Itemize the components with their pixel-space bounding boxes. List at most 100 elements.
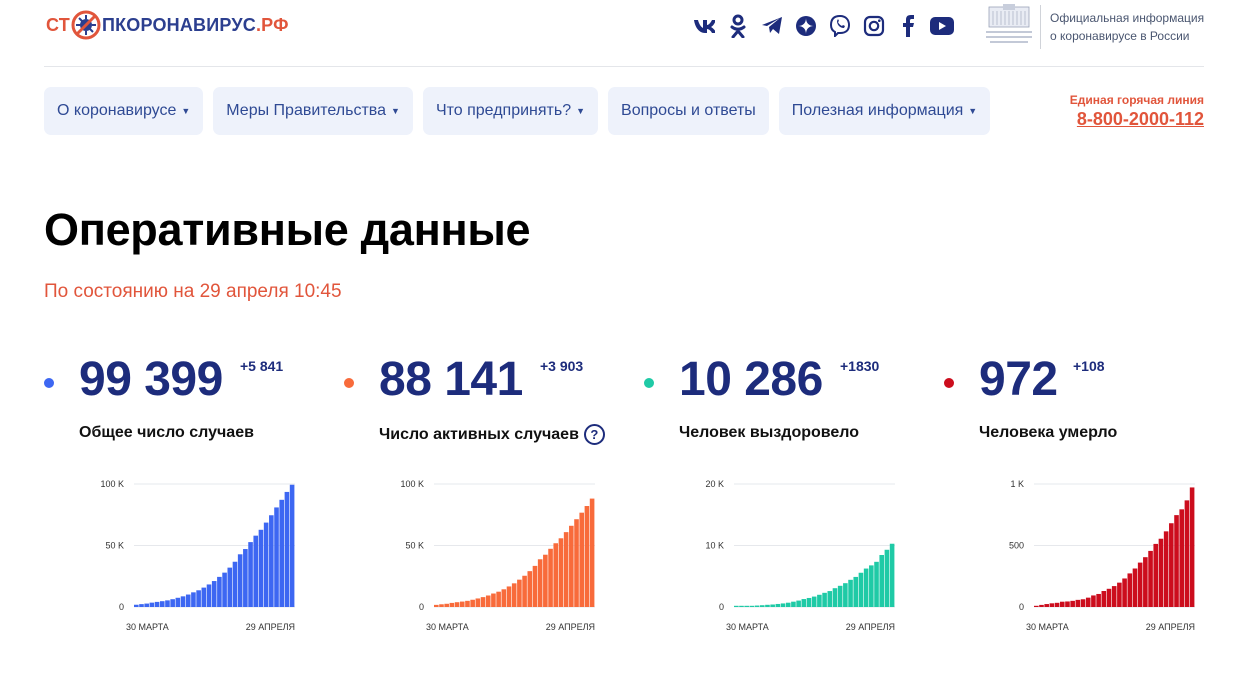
chart-bar bbox=[248, 542, 253, 607]
chart-bar bbox=[491, 593, 496, 607]
site-logo[interactable]: СТ ПКОРОНАВИРУС .РФ bbox=[46, 10, 289, 40]
stat-value: 99 399 bbox=[79, 353, 223, 406]
nav-item-faq[interactable]: Вопросы и ответы bbox=[608, 87, 769, 135]
chart-bar bbox=[889, 543, 895, 607]
stat-dot-icon bbox=[944, 378, 954, 388]
stat-label-text: Человек выздоровело bbox=[679, 424, 860, 441]
chart-bar bbox=[227, 567, 233, 607]
chart-bar bbox=[274, 507, 279, 607]
stat-label: Человек выздоровело bbox=[679, 424, 859, 442]
chart-bar bbox=[574, 519, 579, 607]
chart-bar bbox=[785, 602, 791, 607]
x-tick-label-start: 30 МАРТА bbox=[1026, 622, 1069, 632]
chart-bar bbox=[532, 565, 538, 607]
stat-label-text: Число активных случаев bbox=[379, 425, 579, 443]
facebook-icon[interactable] bbox=[896, 14, 920, 38]
chart-bar bbox=[485, 595, 491, 607]
chart-bar bbox=[139, 604, 144, 607]
social-links bbox=[692, 14, 954, 38]
chart-bar bbox=[832, 588, 838, 607]
y-tick-label: 500 bbox=[1009, 541, 1024, 551]
chart-bar bbox=[496, 591, 501, 607]
chart-deaths: 0 500 1 K 30 МАРТА 29 АПРЕЛЯ bbox=[1009, 479, 1195, 632]
nav-item-government-measures[interactable]: Меры Правительства ▼ bbox=[213, 87, 413, 135]
nav-item-about-coronavirus[interactable]: О коронавирусе ▼ bbox=[44, 87, 204, 135]
chart-bar bbox=[1184, 500, 1190, 607]
hotline-phone-link[interactable]: 8-800-2000-112 bbox=[1070, 109, 1204, 130]
chart-bar bbox=[454, 602, 460, 607]
hotline: Единая горячая линия 8-800-2000-112 bbox=[1070, 93, 1204, 130]
official-info-line2: о коронавирусе в России bbox=[1050, 29, 1190, 43]
chart-bar bbox=[780, 603, 786, 607]
viber-icon[interactable] bbox=[828, 14, 852, 38]
nav-item-label: Полезная информация bbox=[791, 102, 964, 119]
site-header: СТ ПКОРОНАВИРУС .РФ Официальная информац… bbox=[44, 0, 1204, 67]
chart-bar bbox=[1127, 573, 1133, 607]
chart-bar bbox=[279, 499, 285, 607]
chart-bar bbox=[175, 597, 181, 607]
chart-bar bbox=[180, 596, 186, 607]
chart-bar bbox=[1070, 600, 1075, 607]
chart-bar bbox=[817, 594, 822, 607]
vk-icon[interactable] bbox=[692, 14, 716, 38]
chart-bar bbox=[465, 600, 470, 607]
chart-bar bbox=[289, 484, 295, 607]
logo-text-main: ПКОРОНАВИРУС bbox=[101, 14, 256, 35]
youtube-icon[interactable] bbox=[930, 14, 954, 38]
chart-bar bbox=[185, 594, 191, 607]
nav-item-useful-info[interactable]: Полезная информация ▼ bbox=[778, 87, 991, 135]
chart-bar bbox=[563, 532, 569, 607]
stat-value: 972 bbox=[979, 353, 1058, 406]
header-divider bbox=[1040, 5, 1041, 49]
chart-bar bbox=[749, 605, 755, 607]
chart-bar bbox=[775, 603, 781, 607]
stat-label: Общее число случаев bbox=[79, 424, 254, 442]
chart-bar bbox=[869, 565, 874, 607]
chart-bar bbox=[827, 591, 833, 607]
page-title: Оперативные данные bbox=[44, 204, 531, 255]
chart-bar bbox=[253, 535, 259, 607]
chart-bar bbox=[589, 498, 595, 607]
y-tick-label: 1 K bbox=[1010, 479, 1024, 489]
nav-item-label: Вопросы и ответы bbox=[621, 102, 756, 119]
yandex-zen-icon[interactable] bbox=[794, 14, 818, 38]
chart-bar bbox=[806, 597, 812, 607]
help-icon[interactable]: ? bbox=[583, 424, 605, 445]
chart-bar bbox=[1059, 601, 1065, 607]
chart-bar bbox=[144, 603, 149, 607]
stat-total-cases: 99 399 +5 841 Общее число случаев 0 50 K 1… bbox=[44, 352, 304, 652]
telegram-icon[interactable] bbox=[760, 14, 784, 38]
chart-bar bbox=[201, 587, 207, 607]
caret-down-icon: ▼ bbox=[576, 106, 586, 116]
y-tick-label: 50 K bbox=[405, 541, 424, 551]
chart-bar bbox=[1034, 605, 1039, 607]
chart-bar bbox=[1122, 578, 1127, 607]
chart-bar bbox=[206, 584, 212, 607]
chart-bar bbox=[527, 571, 533, 607]
chart-bar bbox=[501, 589, 507, 607]
y-tick-label: 0 bbox=[419, 602, 424, 612]
x-tick-label-start: 30 МАРТА bbox=[426, 622, 469, 632]
chart-bar bbox=[543, 554, 548, 607]
chart-bar bbox=[470, 599, 475, 607]
government-emblem-icon[interactable] bbox=[978, 3, 1040, 47]
chart-bar bbox=[744, 605, 749, 607]
chart-bar bbox=[1111, 586, 1117, 607]
y-tick-label: 0 bbox=[1019, 602, 1024, 612]
chart-bar bbox=[439, 604, 444, 607]
chart-bar bbox=[1189, 487, 1195, 607]
chart-bar bbox=[284, 491, 290, 607]
nav-item-label: О коронавирусе bbox=[57, 102, 177, 119]
chart-bar bbox=[874, 561, 879, 607]
chart-bar bbox=[1101, 591, 1107, 607]
chart-bar bbox=[1169, 523, 1174, 607]
odnoklassniki-icon[interactable] bbox=[726, 14, 750, 38]
nav-item-what-to-do[interactable]: Что предпринять? ▼ bbox=[422, 87, 599, 135]
update-timestamp: По состоянию на 29 апреля 10:45 bbox=[44, 281, 342, 302]
chart-bar bbox=[759, 605, 765, 607]
y-tick-label: 10 K bbox=[705, 541, 724, 551]
official-info-text: Официальная информация о коронавирусе в … bbox=[1050, 9, 1204, 45]
y-tick-label: 0 bbox=[719, 602, 724, 612]
chart-bar bbox=[1137, 562, 1143, 607]
instagram-icon[interactable] bbox=[862, 14, 886, 38]
